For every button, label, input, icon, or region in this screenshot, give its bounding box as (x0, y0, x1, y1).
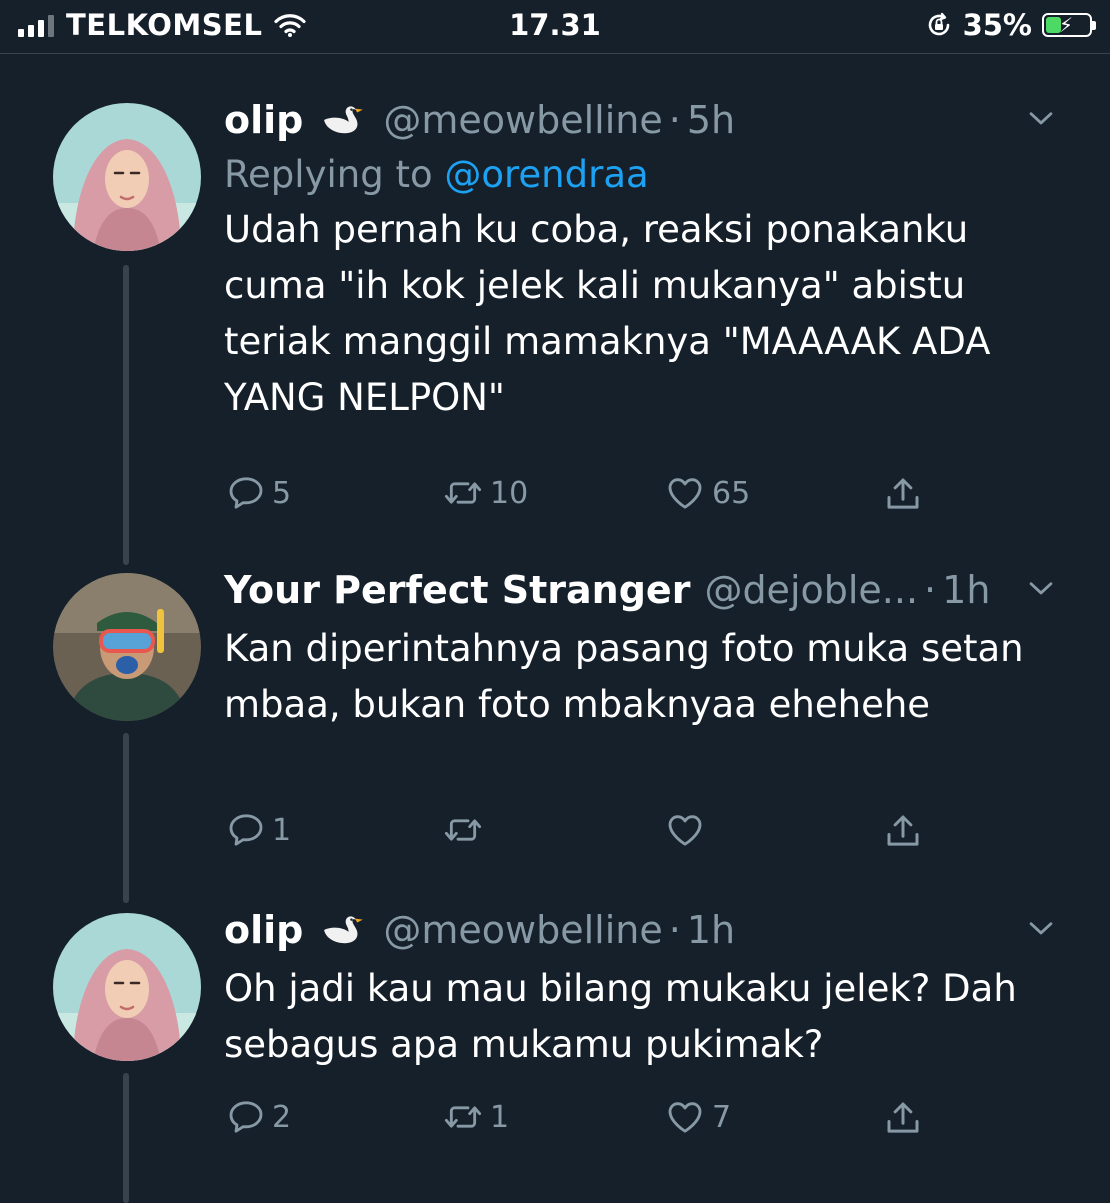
tweet-actions: 1 (224, 810, 944, 860)
thread-connector-line (123, 265, 129, 565)
avatar[interactable] (53, 913, 201, 1061)
tweet-header: olip @meowbelline · 5h (224, 95, 1070, 145)
tweet-header: Your Perfect Stranger @dejoble... · 1h (224, 565, 1070, 615)
status-bar-divider (0, 53, 1110, 54)
share-button[interactable] (882, 1097, 924, 1139)
rotation-lock-icon (928, 12, 949, 36)
swan-emoji-icon (315, 913, 369, 947)
thread-connector-line (123, 733, 129, 903)
battery-percentage: 35% (962, 8, 1032, 42)
share-button[interactable] (882, 473, 924, 515)
share-icon (882, 810, 924, 852)
header-separator: · (668, 98, 681, 142)
reply-icon (226, 810, 266, 850)
tweet-text: Oh jadi kau mau bilang mukaku jelek? Dah… (224, 967, 1017, 1066)
retweet-button[interactable] (442, 810, 490, 850)
tweet-actions: 5 10 65 (224, 473, 944, 523)
retweet-count: 1 (490, 1099, 510, 1135)
reply-count: 5 (272, 475, 292, 511)
display-name[interactable]: olip (224, 908, 303, 952)
tweet-header: olip @meowbelline · 1h (224, 905, 1070, 955)
reply-count: 1 (272, 812, 292, 848)
tweet-actions: 2 1 7 (224, 1097, 944, 1147)
retweet-icon (442, 473, 484, 513)
heart-icon (664, 810, 706, 850)
retweet-icon (442, 810, 484, 850)
like-button[interactable]: 7 (664, 1097, 731, 1137)
avatar[interactable] (53, 573, 201, 721)
retweet-icon (442, 1097, 484, 1137)
swan-emoji-icon (315, 103, 369, 137)
like-count: 7 (712, 1099, 732, 1135)
username[interactable]: @dejoble... (704, 568, 918, 612)
reply-icon (226, 1097, 266, 1137)
timestamp[interactable]: 1h (687, 908, 735, 952)
replying-to-label: Replying to (224, 153, 433, 196)
share-button[interactable] (882, 810, 924, 852)
username[interactable]: @meowbelline (383, 98, 662, 142)
display-name[interactable]: olip (224, 98, 303, 142)
reply-count: 2 (272, 1099, 292, 1135)
reply-button[interactable]: 1 (226, 810, 291, 850)
display-name[interactable]: Your Perfect Stranger (224, 568, 690, 612)
retweet-button[interactable]: 1 (442, 1097, 509, 1137)
like-button[interactable]: 65 (664, 473, 750, 513)
retweet-count: 10 (490, 475, 529, 511)
like-count: 65 (712, 475, 751, 511)
replying-to-line: Replying to @orendraa (224, 153, 1070, 196)
battery-icon: ⚡︎ (1042, 13, 1096, 37)
status-bar: TELKOMSEL 17.31 35% ⚡︎ (0, 0, 1110, 52)
heart-icon (664, 473, 706, 513)
tweet-text: Udah pernah ku coba, reaksi ponakanku cu… (224, 208, 991, 419)
reply-button[interactable]: 5 (226, 473, 291, 513)
share-icon (882, 473, 924, 515)
username[interactable]: @meowbelline (383, 908, 662, 952)
timestamp[interactable]: 5h (687, 98, 735, 142)
reply-button[interactable]: 2 (226, 1097, 291, 1137)
reply-icon (226, 473, 266, 513)
header-separator: · (668, 908, 681, 952)
thread-connector-line (123, 1073, 129, 1203)
mention-link[interactable]: @orendraa (444, 153, 648, 196)
retweet-button[interactable]: 10 (442, 473, 528, 513)
chevron-down-icon[interactable] (1024, 101, 1058, 135)
header-separator: · (924, 568, 937, 612)
heart-icon (664, 1097, 706, 1137)
timestamp[interactable]: 1h (942, 568, 990, 612)
charging-bolt-icon: ⚡︎ (1059, 13, 1074, 37)
avatar[interactable] (53, 103, 201, 251)
chevron-down-icon[interactable] (1024, 571, 1058, 605)
like-button[interactable] (664, 810, 712, 850)
share-icon (882, 1097, 924, 1139)
chevron-down-icon[interactable] (1024, 911, 1058, 945)
tweet-text: Kan diperintahnya pasang foto muka setan… (224, 627, 1024, 726)
